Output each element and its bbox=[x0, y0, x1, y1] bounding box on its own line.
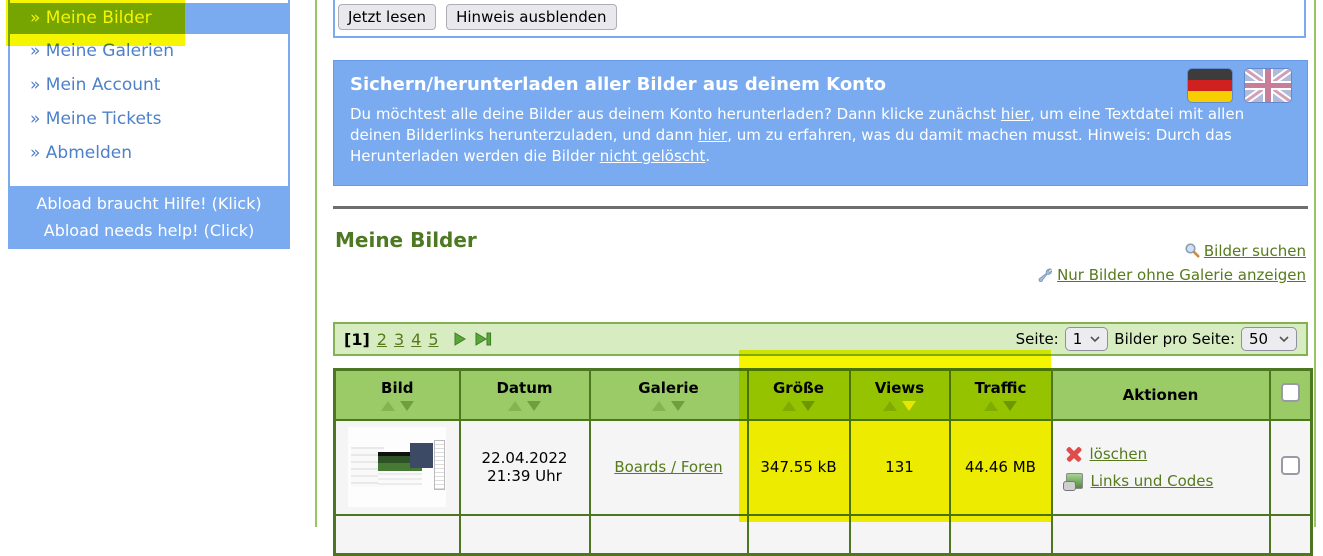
links-und-codes-link[interactable]: Links und Codes bbox=[1091, 472, 1214, 490]
column-header-bild: Bild bbox=[333, 368, 461, 421]
cell-bild bbox=[333, 418, 461, 516]
image-traffic: 44.46 MB bbox=[965, 458, 1036, 476]
header-label: Galerie bbox=[638, 378, 699, 397]
info-box-title: Sichern/herunterladen aller Bilder aus d… bbox=[350, 74, 886, 95]
sort-desc-active-icon[interactable] bbox=[902, 400, 916, 411]
per-page-select-value: 50 bbox=[1249, 330, 1269, 348]
image-date: 22.04.2022 bbox=[481, 449, 568, 467]
sort-asc-icon[interactable] bbox=[508, 400, 522, 411]
cell-views: 131 bbox=[848, 418, 951, 516]
seite-label: Seite: bbox=[1015, 330, 1059, 348]
header-label: Traffic bbox=[974, 378, 1027, 397]
content-frame-right-border bbox=[1314, 0, 1316, 527]
cell-traffic: 44.46 MB bbox=[948, 418, 1053, 516]
page-select-value: 1 bbox=[1072, 330, 1083, 348]
sort-asc-icon[interactable] bbox=[652, 400, 666, 411]
table-header-row: Bild Datum Galerie Größe Views Traffic A… bbox=[333, 368, 1313, 421]
sidebar-item-meine-galerien[interactable]: » Meine Galerien bbox=[10, 34, 288, 68]
sidebar: » Meine Bilder » Meine Galerien » Mein A… bbox=[8, 0, 290, 249]
header-label: Views bbox=[874, 378, 925, 397]
column-header-galerie: Galerie bbox=[588, 368, 749, 421]
not-deleted-link[interactable]: nicht gelöscht bbox=[600, 147, 706, 165]
sidebar-item-mein-account[interactable]: » Mein Account bbox=[10, 68, 288, 102]
select-all-checkbox[interactable] bbox=[1280, 383, 1300, 403]
column-header-traffic: Traffic bbox=[948, 368, 1053, 421]
quick-links: Bilder suchen Nur Bilder ohne Galerie an… bbox=[333, 240, 1306, 288]
sort-asc-icon[interactable] bbox=[984, 400, 998, 411]
horizontal-separator bbox=[333, 206, 1308, 209]
sidebar-item-meine-tickets[interactable]: » Meine Tickets bbox=[10, 102, 288, 136]
cell-select bbox=[1268, 418, 1313, 516]
help-banner-line-de[interactable]: Abload braucht Hilfe! (Klick) bbox=[10, 190, 288, 217]
image-thumbnail[interactable] bbox=[348, 427, 447, 507]
next-page-icon[interactable] bbox=[452, 331, 468, 347]
help-banner-line-en[interactable]: Abload needs help! (Click) bbox=[10, 217, 288, 244]
sidebar-item-abmelden[interactable]: » Abmelden bbox=[10, 136, 288, 170]
backup-info-box: Sichern/herunterladen aller Bilder aus d… bbox=[333, 60, 1308, 186]
notice-box-bottom: Jetzt lesen Hinweis ausblenden bbox=[333, 0, 1306, 38]
image-size: 347.55 kB bbox=[760, 458, 837, 476]
header-label: Bild bbox=[381, 378, 414, 397]
content-frame-left-border bbox=[315, 0, 317, 527]
image-views: 131 bbox=[885, 458, 914, 476]
page-link-2[interactable]: 2 bbox=[377, 330, 387, 349]
last-page-icon[interactable] bbox=[474, 331, 493, 347]
cell-aktionen: löschen Links und Codes bbox=[1050, 418, 1271, 516]
how-to-link[interactable]: hier bbox=[698, 126, 727, 144]
sort-asc-icon[interactable] bbox=[380, 400, 395, 411]
jetzt-lesen-button[interactable]: Jetzt lesen bbox=[338, 4, 437, 30]
bilder-pro-seite-label: Bilder pro Seite: bbox=[1114, 330, 1235, 348]
chevron-down-icon bbox=[1279, 336, 1289, 343]
table-row: 22.04.2022 21:39 Uhr Boards / Foren 347.… bbox=[333, 418, 1313, 516]
abload-help-banner[interactable]: Abload braucht Hilfe! (Klick) Abload nee… bbox=[10, 186, 288, 249]
info-box-body: Du möchtest alle deine Bilder aus deinem… bbox=[334, 104, 1307, 167]
page-link-3[interactable]: 3 bbox=[394, 330, 404, 349]
sort-desc-icon[interactable] bbox=[1003, 400, 1017, 411]
cell-datum: 22.04.2022 21:39 Uhr bbox=[458, 418, 591, 516]
bilder-suchen-link[interactable]: Bilder suchen bbox=[1204, 242, 1306, 260]
per-page-select[interactable]: 50 bbox=[1241, 327, 1297, 351]
page-select[interactable]: 1 bbox=[1064, 327, 1109, 351]
page-link-5[interactable]: 5 bbox=[428, 330, 438, 349]
gallery-link[interactable]: Boards / Foren bbox=[614, 458, 722, 476]
info-text: . bbox=[705, 147, 711, 165]
wrench-icon bbox=[1037, 266, 1053, 288]
pagination-bar: [1] 2 3 4 5 Seite: 1 Bilder pro Seite: 5… bbox=[333, 322, 1308, 356]
sort-desc-icon[interactable] bbox=[527, 400, 541, 411]
cell-groesse: 347.55 kB bbox=[746, 418, 851, 516]
delete-x-icon[interactable] bbox=[1066, 446, 1082, 462]
download-links-link[interactable]: hier bbox=[1001, 105, 1030, 123]
cell-galerie: Boards / Foren bbox=[588, 418, 749, 516]
images-table: Bild Datum Galerie Größe Views Traffic A… bbox=[333, 368, 1313, 556]
nur-bilder-ohne-galerie-link[interactable]: Nur Bilder ohne Galerie anzeigen bbox=[1057, 266, 1306, 284]
info-text: Du möchtest alle deine Bilder aus deinem… bbox=[350, 105, 1001, 123]
table-row-partial bbox=[333, 513, 1313, 556]
sort-desc-icon[interactable] bbox=[801, 400, 815, 411]
header-label: Aktionen bbox=[1122, 385, 1199, 404]
language-flags bbox=[1188, 69, 1291, 102]
uk-flag-icon[interactable] bbox=[1245, 69, 1291, 102]
loeschen-link[interactable]: löschen bbox=[1090, 445, 1148, 463]
sidebar-item-meine-bilder[interactable]: » Meine Bilder bbox=[10, 3, 288, 34]
hinweis-ausblenden-button[interactable]: Hinweis ausblenden bbox=[446, 4, 617, 30]
sort-asc-icon[interactable] bbox=[782, 400, 796, 411]
search-icon bbox=[1184, 242, 1200, 264]
sort-desc-icon[interactable] bbox=[399, 400, 414, 411]
header-label: Datum bbox=[496, 378, 553, 397]
column-header-select-all bbox=[1268, 368, 1313, 421]
sort-asc-icon[interactable] bbox=[883, 400, 897, 411]
column-header-groesse: Größe bbox=[746, 368, 851, 421]
column-header-views: Views bbox=[848, 368, 951, 421]
chevron-down-icon bbox=[1090, 336, 1100, 343]
sort-desc-icon[interactable] bbox=[671, 400, 685, 411]
column-header-aktionen: Aktionen bbox=[1050, 368, 1271, 421]
row-checkbox[interactable] bbox=[1280, 455, 1300, 475]
links-und-codes-icon[interactable] bbox=[1062, 472, 1083, 491]
header-label: Größe bbox=[773, 378, 824, 397]
column-header-datum: Datum bbox=[458, 368, 591, 421]
page-link-4[interactable]: 4 bbox=[411, 330, 421, 349]
german-flag-icon[interactable] bbox=[1188, 69, 1232, 102]
current-page-indicator: [1] bbox=[344, 329, 370, 349]
image-time: 21:39 Uhr bbox=[487, 467, 562, 485]
